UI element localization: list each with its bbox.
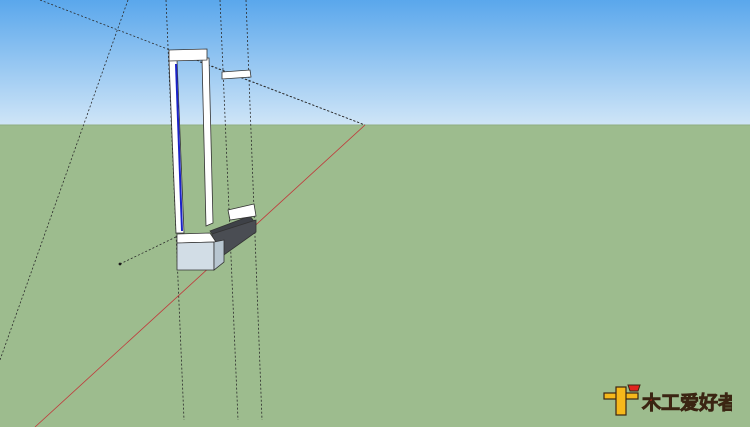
bottom-block-front[interactable]: [176, 241, 215, 271]
3d-scene-canvas[interactable]: [0, 0, 750, 427]
watermark-text: 木工爱好者: [641, 391, 732, 414]
logo-graphic: 木工爱好者: [603, 384, 732, 416]
floating-small-piece[interactable]: [221, 69, 252, 80]
woodworker-logo-icon: 木工爱好者: [602, 383, 732, 419]
bottom-block-top[interactable]: [176, 232, 217, 244]
sky: [0, 0, 750, 125]
guide-point: [118, 262, 122, 266]
logo-saw: [627, 384, 641, 392]
sketchup-viewport[interactable]: 木工爱好者: [0, 0, 750, 427]
top-rail[interactable]: [168, 48, 208, 62]
logo-post: [615, 386, 627, 416]
ground-plane[interactable]: [0, 125, 750, 427]
